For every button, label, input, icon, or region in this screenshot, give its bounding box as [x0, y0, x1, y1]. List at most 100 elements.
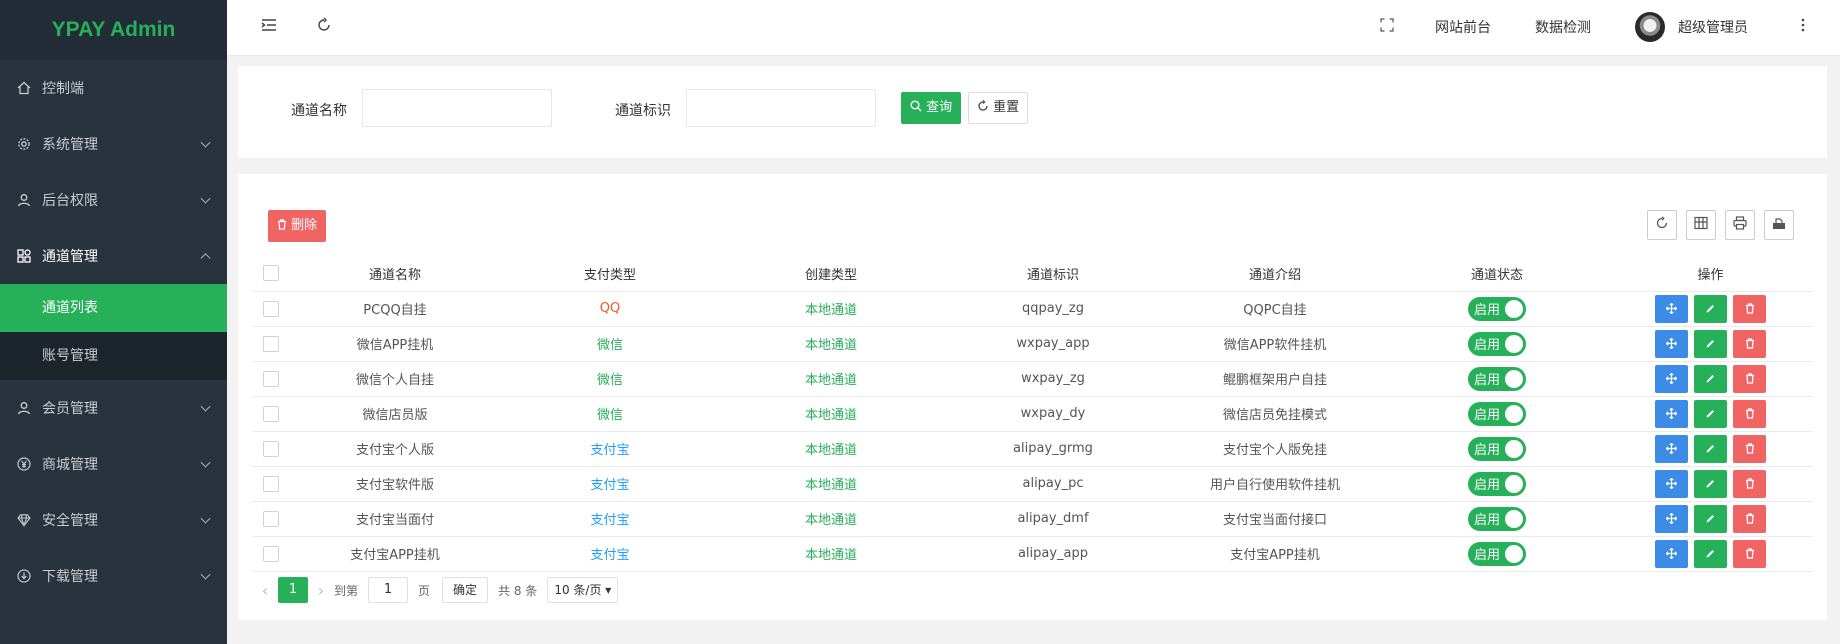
row-checkbox[interactable]: [263, 405, 279, 422]
goto-page-input[interactable]: 1: [368, 577, 409, 603]
status-toggle[interactable]: 启用: [1468, 541, 1526, 566]
move-button[interactable]: [1655, 329, 1688, 358]
sidebar-item-channel[interactable]: 通道管理: [0, 228, 227, 284]
sidebar-item-system[interactable]: 系统管理: [0, 116, 227, 172]
move-button[interactable]: [1655, 364, 1688, 393]
status-toggle[interactable]: 启用: [1468, 296, 1526, 321]
goto-label: 到第: [334, 583, 359, 598]
delete-row-button[interactable]: [1733, 539, 1766, 568]
toggle-knob: [1505, 509, 1523, 528]
sidebar-item-permission[interactable]: 后台权限: [0, 172, 227, 228]
edit-button[interactable]: [1694, 294, 1727, 323]
move-button[interactable]: [1655, 294, 1688, 323]
move-button[interactable]: [1655, 469, 1688, 498]
prev-page-icon[interactable]: ‹: [252, 581, 278, 600]
row-checkbox[interactable]: [263, 545, 279, 562]
print-button[interactable]: [1725, 210, 1755, 240]
status-toggle[interactable]: 启用: [1468, 366, 1526, 391]
delete-button-label: 删除: [291, 218, 318, 233]
move-button[interactable]: [1655, 434, 1688, 463]
row-select-cell: [252, 396, 290, 432]
status-toggle[interactable]: 启用: [1468, 401, 1526, 426]
select-all-checkbox[interactable]: [263, 265, 279, 282]
edit-button[interactable]: [1694, 434, 1727, 463]
delete-row-button[interactable]: [1733, 434, 1766, 463]
sidebar-item-security[interactable]: 安全管理: [0, 492, 227, 548]
toggle-knob: [1505, 474, 1523, 493]
channel-name-input[interactable]: [362, 89, 552, 127]
row-checkbox[interactable]: [263, 370, 279, 387]
channel-ident-input[interactable]: [686, 89, 876, 127]
sidebar-item-mall[interactable]: 商城管理: [0, 436, 227, 492]
status-toggle[interactable]: 启用: [1468, 331, 1526, 356]
delete-button[interactable]: 删除: [268, 210, 327, 242]
row-checkbox[interactable]: [263, 475, 279, 492]
site-front-link[interactable]: 网站前台: [1435, 17, 1491, 37]
edit-button[interactable]: [1694, 504, 1727, 533]
delete-row-button[interactable]: [1733, 504, 1766, 533]
edit-icon: [1706, 479, 1714, 487]
status-toggle[interactable]: 启用: [1468, 436, 1526, 461]
sidebar: YPAY Admin 控制端 系统管理 后台权限 通道管理 通道列表 账号管理: [0, 0, 227, 644]
menu-fold-icon[interactable]: [261, 17, 277, 37]
reset-button[interactable]: 重置: [968, 92, 1029, 124]
status-toggle-label: 启用: [1474, 338, 1501, 353]
user-name[interactable]: 超级管理员: [1678, 17, 1748, 37]
next-page-icon[interactable]: ›: [308, 581, 334, 600]
row-checkbox[interactable]: [263, 510, 279, 527]
goto-confirm-button[interactable]: 确定: [442, 577, 489, 603]
sidebar-item-dashboard[interactable]: 控制端: [0, 60, 227, 116]
move-button[interactable]: [1655, 504, 1688, 533]
sidebar-item-download[interactable]: 下载管理: [0, 548, 227, 604]
edit-button[interactable]: [1694, 329, 1727, 358]
sidebar-subitem-account[interactable]: 账号管理: [0, 332, 227, 380]
cell-channel-ident: alipay_pc: [942, 466, 1164, 502]
cell-actions: [1608, 326, 1813, 362]
move-button[interactable]: [1655, 399, 1688, 428]
status-toggle-label: 启用: [1474, 408, 1501, 423]
row-checkbox[interactable]: [263, 335, 279, 352]
move-icon: [1665, 512, 1678, 524]
delete-row-button[interactable]: [1733, 364, 1766, 393]
edit-button[interactable]: [1694, 539, 1727, 568]
top-header: 网站前台 数据检测 超级管理员: [227, 0, 1840, 56]
page-current[interactable]: 1: [278, 577, 308, 603]
status-toggle[interactable]: 启用: [1468, 506, 1526, 531]
fullscreen-icon[interactable]: [1380, 17, 1394, 36]
app-logo: YPAY Admin: [0, 0, 227, 60]
search-icon: [910, 100, 926, 115]
cell-channel-intro: 用户自行使用软件挂机: [1164, 466, 1386, 502]
data-check-link[interactable]: 数据检测: [1535, 17, 1591, 37]
row-checkbox[interactable]: [263, 300, 279, 317]
delete-row-button[interactable]: [1733, 399, 1766, 428]
row-select-cell: [252, 431, 290, 467]
export-button[interactable]: [1764, 210, 1794, 240]
sidebar-item-label: 会员管理: [42, 401, 98, 417]
user-icon: [16, 192, 32, 208]
per-page-select[interactable]: 10 条/页 ▾: [547, 577, 619, 603]
delete-row-button[interactable]: [1733, 469, 1766, 498]
sidebar-item-member[interactable]: 会员管理: [0, 380, 227, 436]
table-refresh-button[interactable]: [1647, 210, 1677, 240]
status-toggle-label: 启用: [1474, 478, 1501, 493]
delete-row-button[interactable]: [1733, 294, 1766, 323]
edit-button[interactable]: [1694, 364, 1727, 393]
cell-actions: [1608, 536, 1813, 572]
cell-channel-name: 微信店员版: [290, 396, 500, 432]
edit-button[interactable]: [1694, 399, 1727, 428]
cell-channel-ident: alipay_app: [942, 536, 1164, 572]
delete-row-button[interactable]: [1733, 329, 1766, 358]
edit-button[interactable]: [1694, 469, 1727, 498]
refresh-icon[interactable]: [316, 17, 332, 37]
table-row: 支付宝个人版 支付宝 本地通道 alipay_grmg 支付宝个人版免挂 启用: [252, 431, 1813, 467]
cell-channel-status: 启用: [1386, 291, 1608, 327]
more-vertical-icon[interactable]: [1800, 17, 1806, 37]
sidebar-subitem-channel-list[interactable]: 通道列表: [0, 284, 227, 332]
status-toggle[interactable]: 启用: [1468, 471, 1526, 496]
avatar[interactable]: [1635, 12, 1665, 42]
move-button[interactable]: [1655, 539, 1688, 568]
columns-button[interactable]: [1686, 210, 1716, 240]
row-checkbox[interactable]: [263, 440, 279, 457]
cell-channel-status: 启用: [1386, 326, 1608, 362]
query-button[interactable]: 查询: [901, 92, 962, 124]
